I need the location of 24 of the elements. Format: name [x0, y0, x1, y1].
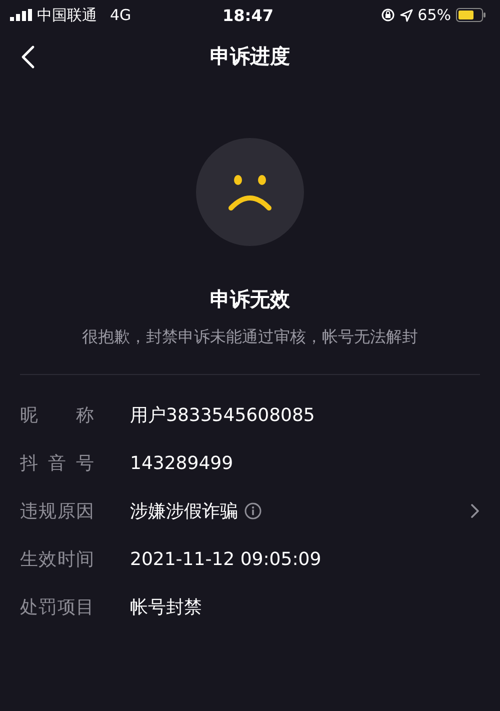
battery-percent: 65%: [418, 6, 451, 24]
rotation-lock-icon: [380, 8, 395, 22]
sad-face-icon: [196, 138, 304, 246]
info-icon[interactable]: [244, 502, 262, 520]
field-label: 处罚项目: [20, 596, 94, 619]
field-value: 帐号封禁: [130, 596, 202, 619]
signal-icon: [10, 9, 32, 21]
chevron-right-icon[interactable]: [470, 503, 480, 519]
battery-icon: [456, 8, 486, 22]
result-title: 申诉无效: [210, 286, 290, 313]
field-label: 违规原因: [20, 500, 94, 523]
location-icon: [400, 8, 413, 22]
field-label: 昵称: [20, 404, 94, 427]
field-label: 抖音号: [20, 452, 94, 475]
result-message: 很抱歉，封禁申诉未能通过审核，帐号无法解封: [82, 327, 418, 348]
page-title: 申诉进度: [210, 42, 290, 70]
clock-time: 18:47: [222, 6, 274, 24]
network-type: 4G: [110, 6, 132, 24]
field-value: 用户3833545608085: [130, 404, 315, 427]
field-label: 生效时间: [20, 548, 94, 571]
field-value: 2021-11-12 09:05:09: [130, 548, 322, 570]
field-value: 143289499: [130, 452, 234, 474]
field-value: 涉嫌涉假诈骗: [130, 500, 238, 523]
carrier-name: 中国联通: [37, 6, 97, 24]
